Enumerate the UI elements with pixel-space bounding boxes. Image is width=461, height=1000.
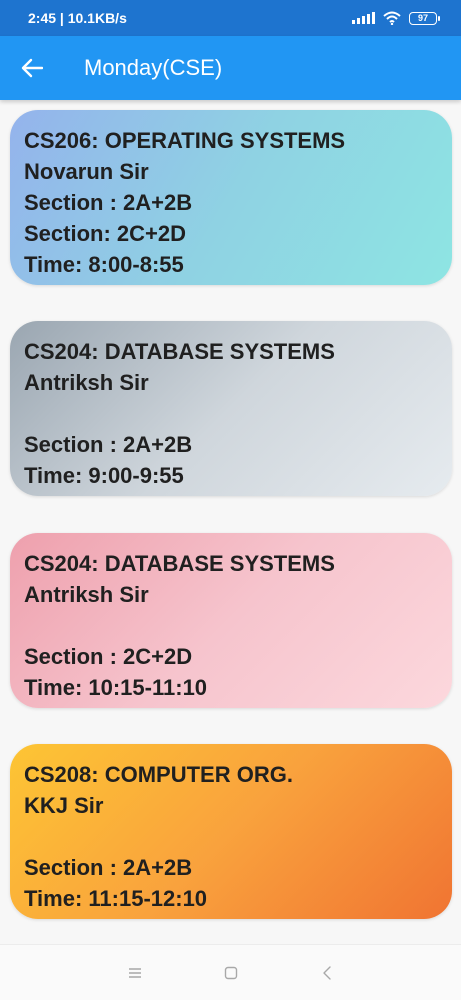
class-card[interactable]: CS204: DATABASE SYSTEMS Antriksh Sir Sec…	[10, 533, 452, 708]
wifi-icon	[383, 11, 401, 25]
class-time: Time: 10:15-11:10	[24, 675, 208, 700]
status-icons: 97	[352, 11, 440, 25]
class-time: Time: 11:15-12:10	[24, 886, 208, 911]
menu-icon	[128, 967, 141, 978]
course-name: CS204: DATABASE SYSTEMS	[24, 339, 335, 364]
class-time: Time: 9:00-9:55	[24, 463, 184, 488]
recents-button[interactable]	[87, 945, 183, 1000]
section-line	[24, 398, 438, 429]
class-card[interactable]: CS206: OPERATING SYSTEMS Novarun Sir Sec…	[10, 110, 452, 285]
status-time-speed: 2:45 | 10.1KB/s	[28, 10, 127, 26]
section-line	[24, 821, 438, 852]
section-line: Section: 2C+2D	[24, 221, 186, 246]
teacher-name: Antriksh Sir	[24, 582, 149, 607]
back-button[interactable]	[0, 36, 64, 100]
teacher-name: Novarun Sir	[24, 159, 149, 184]
system-nav-bar	[0, 944, 461, 1000]
course-name: CS206: OPERATING SYSTEMS	[24, 128, 346, 153]
class-card[interactable]: CS204: DATABASE SYSTEMS Antriksh Sir Sec…	[10, 321, 452, 496]
square-icon	[224, 966, 237, 979]
section-line: Section : 2A+2B	[24, 190, 193, 215]
section-line	[24, 610, 438, 641]
app-bar: Monday(CSE)	[0, 36, 461, 100]
system-back-button[interactable]	[279, 945, 375, 1000]
section-line: Section : 2A+2B	[24, 855, 193, 880]
arrow-left-icon	[21, 58, 43, 78]
home-button[interactable]	[183, 945, 279, 1000]
class-card[interactable]: CS208: COMPUTER ORG. KKJ Sir Section : 2…	[10, 744, 452, 919]
course-name: CS204: DATABASE SYSTEMS	[24, 551, 335, 576]
page-title: Monday(CSE)	[84, 55, 223, 80]
chevron-left-icon	[322, 965, 331, 980]
teacher-name: Antriksh Sir	[24, 370, 149, 395]
signal-icon	[352, 12, 375, 24]
status-bar: 2:45 | 10.1KB/s 97	[0, 0, 461, 36]
section-line: Section : 2C+2D	[24, 644, 193, 669]
section-line: Section : 2A+2B	[24, 432, 193, 457]
battery-icon: 97	[409, 11, 440, 25]
teacher-name: KKJ Sir	[24, 793, 104, 818]
course-name: CS208: COMPUTER ORG.	[24, 762, 293, 787]
class-time: Time: 8:00-8:55	[24, 252, 184, 277]
